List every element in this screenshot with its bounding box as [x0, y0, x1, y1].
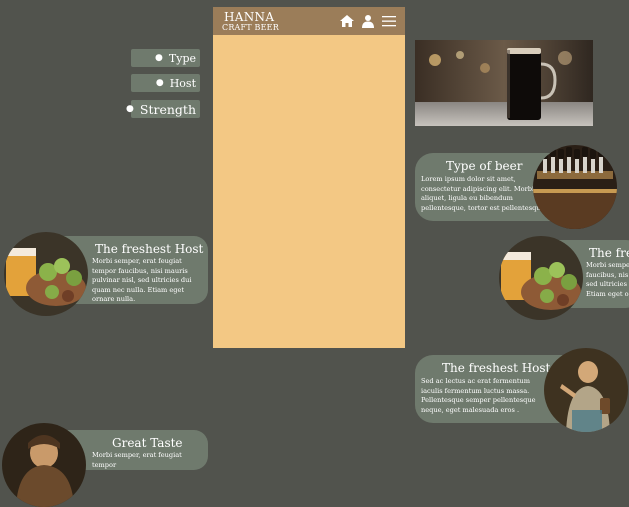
bullet-icon: ● [155, 53, 163, 63]
brand-subtitle: CRAFT BEER [222, 23, 279, 32]
beer-mug-photo [415, 40, 593, 126]
card-text: Lorem ipsum dolor sit amet, consectetur … [421, 175, 545, 212]
bullet-icon: ● [126, 104, 134, 114]
card-title: The freshest Host [95, 242, 204, 256]
card-title: The fre [589, 246, 629, 260]
card-title: Great Taste [112, 436, 183, 450]
phone-header: HANNA CRAFT BEER [213, 7, 405, 35]
nav-item-host[interactable]: ● Host [131, 74, 200, 92]
bullet-icon: ● [155, 78, 164, 88]
nav-item-type[interactable]: ● Type [131, 49, 200, 67]
beer-food-photo [4, 232, 88, 316]
card-text: Sed ac lectus ac erat fermentum iaculis … [421, 377, 536, 414]
card-text: Morbi semper, erat feugiat tempor [92, 451, 182, 469]
innkeeper-painting [544, 348, 628, 432]
card-text: Morbi semper, erat feugiat tempor faucib… [92, 257, 192, 304]
menu-icon[interactable] [381, 14, 397, 28]
beer-food-photo [499, 236, 583, 320]
nav-item-label: Host [169, 76, 196, 90]
home-icon[interactable] [339, 14, 355, 28]
nav-item-label: Type [168, 51, 196, 65]
user-icon[interactable] [360, 14, 376, 28]
card-text: Morbi sempe faucibus, nis sed ultricies … [586, 261, 629, 298]
phone-mockup: HANNA CRAFT BEER [213, 7, 405, 348]
card-title: Type of beer [446, 159, 523, 173]
nav-item-label: Strength [139, 101, 196, 117]
brand-name: HANNA [224, 10, 275, 24]
nav-item-strength[interactable]: ● Strength [126, 100, 200, 118]
monk-photo [2, 423, 86, 507]
beer-taps-photo [533, 145, 617, 229]
card-title: The freshest Host [442, 361, 551, 375]
